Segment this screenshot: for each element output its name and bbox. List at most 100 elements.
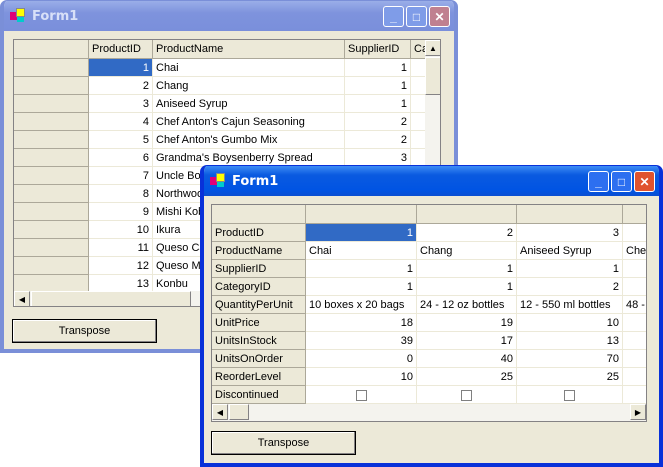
discontinued-checkbox-cell[interactable] — [417, 386, 517, 404]
grid-cell[interactable]: 3 — [517, 224, 623, 242]
grid-cell[interactable]: Chef Anton's Cajun Seasoning — [153, 113, 345, 131]
grid-cell[interactable]: Chang — [417, 242, 517, 260]
grid-cell[interactable]: 10 — [517, 314, 623, 332]
grid-cell[interactable]: 19 — [417, 314, 517, 332]
column-header[interactable]: ProductID — [89, 40, 153, 59]
row-header[interactable] — [14, 221, 89, 239]
scroll-thumb[interactable] — [229, 404, 249, 420]
title-bar[interactable]: Form1 _ □ ✕ — [204, 166, 659, 196]
scroll-left-arrow-icon[interactable]: ◀ — [212, 404, 228, 420]
grid-cell[interactable]: 0 — [306, 350, 417, 368]
grid-cell[interactable]: 9 — [89, 203, 153, 221]
transpose-button[interactable]: Transpose — [211, 431, 356, 455]
row-header[interactable] — [14, 149, 89, 167]
grid-cell[interactable]: 10 — [89, 221, 153, 239]
grid-cell[interactable]: 2 — [89, 77, 153, 95]
checkbox[interactable] — [355, 389, 367, 401]
column-header[interactable]: SupplierID — [345, 40, 411, 59]
discontinued-checkbox-cell[interactable] — [517, 386, 623, 404]
grid-cell[interactable] — [623, 332, 646, 350]
grid-cell[interactable]: 2 — [345, 113, 411, 131]
grid-cell[interactable]: 1 — [306, 278, 417, 296]
minimize-button[interactable]: _ — [588, 171, 609, 192]
grid-cell[interactable]: 17 — [417, 332, 517, 350]
grid-cell[interactable]: 12 — [89, 257, 153, 275]
scroll-up-arrow-icon[interactable]: ▲ — [425, 40, 440, 56]
row-header[interactable]: ProductName — [212, 242, 306, 260]
grid-cell[interactable]: 5 — [89, 131, 153, 149]
grid-cell[interactable]: 2 — [517, 278, 623, 296]
grid-cell[interactable]: 1 — [417, 278, 517, 296]
grid-cell[interactable] — [623, 314, 646, 332]
row-header[interactable]: QuantityPerUnit — [212, 296, 306, 314]
grid-cell[interactable]: 1 — [89, 59, 153, 77]
grid-cell[interactable]: 25 — [517, 368, 623, 386]
grid-cell[interactable]: Aniseed Syrup — [153, 95, 345, 113]
grid-cell[interactable]: 1 — [517, 260, 623, 278]
scroll-left-arrow-icon[interactable]: ◀ — [14, 291, 30, 306]
grid-cell[interactable] — [623, 278, 646, 296]
grid-cell[interactable]: 25 — [417, 368, 517, 386]
column-header[interactable] — [417, 205, 517, 224]
transposed-grid[interactable]: ProductID 1 2 3 ProductName Chai Chang Aniseed … — [211, 204, 647, 422]
grid-cell[interactable]: Aniseed Syrup — [517, 242, 623, 260]
row-header[interactable]: CategoryID — [212, 278, 306, 296]
grid-cell[interactable] — [623, 368, 646, 386]
grid-cell[interactable]: 1 — [345, 95, 411, 113]
row-header[interactable] — [14, 113, 89, 131]
grid-cell[interactable]: 11 — [89, 239, 153, 257]
row-header[interactable] — [14, 167, 89, 185]
row-header[interactable] — [14, 95, 89, 113]
grid-cell[interactable]: Chai — [153, 59, 345, 77]
column-header[interactable] — [623, 205, 646, 224]
grid-cell[interactable]: 3 — [89, 95, 153, 113]
discontinued-checkbox-cell[interactable] — [623, 386, 646, 404]
row-header[interactable]: Discontinued — [212, 386, 306, 404]
row-header[interactable]: ReorderLevel — [212, 368, 306, 386]
grid-cell[interactable] — [623, 260, 646, 278]
checkbox[interactable] — [564, 389, 575, 401]
scroll-right-arrow-icon[interactable]: ▶ — [630, 404, 646, 420]
grid-cell[interactable]: 39 — [306, 332, 417, 350]
row-header[interactable] — [14, 257, 89, 275]
column-header[interactable] — [517, 205, 623, 224]
checkbox[interactable] — [461, 389, 472, 401]
scroll-thumb[interactable] — [425, 57, 440, 95]
horizontal-scrollbar[interactable]: ◀ ▶ — [212, 404, 646, 421]
row-header[interactable] — [14, 185, 89, 203]
grid-cell[interactable]: 7 — [89, 167, 153, 185]
grid-cell[interactable]: 40 — [417, 350, 517, 368]
grid-cell[interactable]: 1 — [345, 77, 411, 95]
grid-cell[interactable]: 10 boxes x 20 bags — [306, 296, 417, 314]
grid-cell[interactable]: 2 — [345, 131, 411, 149]
grid-cell[interactable]: 18 — [306, 314, 417, 332]
title-bar[interactable]: Form1 _ □ ✕ — [4, 1, 454, 31]
close-button[interactable]: ✕ — [429, 6, 450, 27]
row-header[interactable] — [14, 59, 89, 77]
grid-cell[interactable]: Chang — [153, 77, 345, 95]
row-header[interactable]: ProductID — [212, 224, 306, 242]
row-header[interactable]: UnitsInStock — [212, 332, 306, 350]
row-header[interactable]: SupplierID — [212, 260, 306, 278]
grid-cell[interactable]: 1 — [417, 260, 517, 278]
grid-cell[interactable]: 1 — [345, 59, 411, 77]
row-header[interactable]: UnitsOnOrder — [212, 350, 306, 368]
grid-cell[interactable]: 2 — [417, 224, 517, 242]
column-header[interactable] — [306, 205, 417, 224]
row-header[interactable] — [14, 77, 89, 95]
grid-cell[interactable] — [623, 224, 646, 242]
grid-cell[interactable]: 1 — [306, 260, 417, 278]
row-header[interactable] — [14, 239, 89, 257]
maximize-button[interactable]: □ — [611, 171, 632, 192]
transpose-button[interactable]: Transpose — [12, 319, 157, 343]
grid-cell[interactable]: 8 — [89, 185, 153, 203]
scroll-thumb[interactable] — [31, 291, 191, 306]
discontinued-checkbox-cell[interactable] — [306, 386, 417, 404]
grid-cell[interactable]: Chef Anton's Gumbo Mix — [153, 131, 345, 149]
grid-cell[interactable]: Che — [623, 242, 646, 260]
grid-cell[interactable]: 24 - 12 oz bottles — [417, 296, 517, 314]
grid-cell[interactable] — [623, 350, 646, 368]
grid-cell[interactable]: 48 - — [623, 296, 646, 314]
grid-cell[interactable]: 4 — [89, 113, 153, 131]
column-header[interactable]: ProductName — [153, 40, 345, 59]
